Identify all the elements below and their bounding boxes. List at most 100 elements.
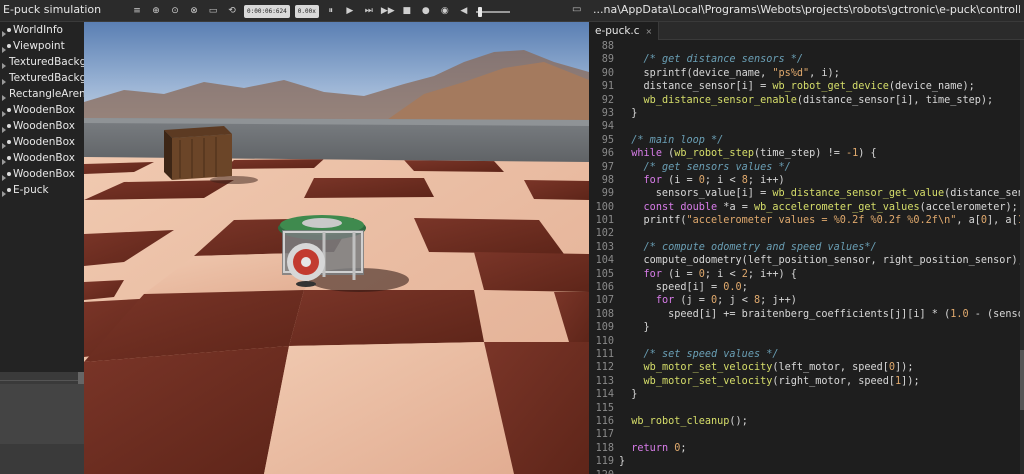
code-line[interactable]: /* compute odometry and speed values*/: [619, 241, 1024, 254]
code-token: /* compute odometry and speed values*/: [643, 241, 877, 253]
app-title: E-puck simulation: [3, 3, 102, 16]
scene-tree-item[interactable]: Viewpoint: [0, 38, 84, 54]
scene-tree-item[interactable]: WorldInfo: [0, 22, 84, 38]
code-line[interactable]: [619, 428, 1024, 441]
tab-label: e-puck.c: [595, 25, 640, 37]
code-line[interactable]: wb_motor_set_velocity(right_motor, speed…: [619, 375, 1024, 388]
code-line[interactable]: for (j = 0; j < 8; j++): [619, 294, 1024, 307]
line-number: 95: [601, 134, 614, 146]
code-line[interactable]: }: [619, 388, 1024, 401]
record-movie-icon[interactable]: ●: [419, 4, 433, 18]
expand-arrow-icon[interactable]: [1, 91, 7, 101]
code-token: distance_sensor[i] =: [619, 81, 773, 93]
code-line[interactable]: return 0;: [619, 442, 1024, 455]
code-line[interactable]: wb_robot_cleanup();: [619, 415, 1024, 428]
add-node-icon[interactable]: ⊕: [149, 4, 163, 18]
code-line[interactable]: [619, 402, 1024, 415]
code-line[interactable]: [619, 469, 1024, 474]
code-line[interactable]: }: [619, 455, 1024, 468]
editor-scrollbar[interactable]: [1020, 40, 1024, 474]
expand-arrow-icon[interactable]: [1, 59, 7, 69]
code-line[interactable]: /* get sensors values */: [619, 161, 1024, 174]
speed-slider[interactable]: [475, 4, 510, 18]
code-token: ], a[: [987, 215, 1018, 227]
step-icon[interactable]: ⏸: [324, 4, 338, 18]
simulation-speed: 0.00x: [294, 4, 319, 18]
code-line[interactable]: speed[i] += braitenberg_coefficients[j][…: [619, 308, 1024, 321]
reload-world-icon[interactable]: ▭: [206, 4, 220, 18]
scrollbar-thumb[interactable]: [1020, 350, 1024, 410]
line-number: 89: [601, 54, 614, 66]
scene-tree-item-label: TexturedBackground: [9, 56, 84, 68]
save-world-icon[interactable]: ⊗: [187, 4, 201, 18]
line-number: 111: [595, 348, 614, 360]
code-line[interactable]: while (wb_robot_step(time_step) != -1) {: [619, 147, 1024, 160]
screenshot-icon[interactable]: ◉: [438, 4, 452, 18]
volume-icon[interactable]: ◀: [457, 4, 471, 18]
scene-tree-item[interactable]: WoodenBox: [0, 118, 84, 134]
code-line[interactable]: wb_motor_set_velocity(left_motor, speed[…: [619, 361, 1024, 374]
node-icon: [7, 28, 11, 32]
code-line[interactable]: printf("accelerometer values = %0.2f %0.…: [619, 214, 1024, 227]
code-line[interactable]: for (i = 0; i < 8; i++): [619, 174, 1024, 187]
code-line[interactable]: sensors_value[i] = wb_distance_sensor_ge…: [619, 187, 1024, 200]
line-number: 119: [595, 456, 614, 468]
open-world-icon[interactable]: ⊙: [168, 4, 182, 18]
scene-tree-item[interactable]: WoodenBox: [0, 102, 84, 118]
pause-icon[interactable]: ▶▶: [381, 4, 395, 18]
line-number: 94: [601, 121, 614, 133]
scene-tree-item[interactable]: RectangleArena: [0, 86, 84, 102]
code-token: ();: [729, 415, 748, 427]
expand-arrow-icon[interactable]: [1, 75, 7, 85]
menu-icon[interactable]: ≡: [130, 4, 144, 18]
code-line[interactable]: [619, 227, 1024, 240]
code-line[interactable]: /* main loop */: [619, 134, 1024, 147]
code-line[interactable]: compute_odometry(left_position_sensor, r…: [619, 254, 1024, 267]
code-line[interactable]: distance_sensor[i] = wb_robot_get_device…: [619, 80, 1024, 93]
code-token: -1: [845, 148, 859, 160]
code-area[interactable]: /* get distance sensors */ sprintf(devic…: [619, 40, 1024, 474]
reset-simulation-icon[interactable]: ⟲: [225, 4, 239, 18]
line-number: 104: [595, 255, 614, 267]
stop-icon[interactable]: ■: [400, 4, 414, 18]
scene-tree-item-label: WoodenBox: [13, 104, 75, 116]
real-time-icon[interactable]: ▶: [343, 4, 357, 18]
scene-tree-item[interactable]: TexturedBackground: [0, 54, 84, 70]
code-line[interactable]: [619, 335, 1024, 348]
slider-handle[interactable]: [477, 7, 482, 17]
scene-tree-item[interactable]: WoodenBox: [0, 134, 84, 150]
scene-tree-item[interactable]: WoodenBox: [0, 150, 84, 166]
code-line[interactable]: [619, 40, 1024, 53]
code-token: ; j <: [717, 295, 754, 307]
code-token: ]);: [895, 362, 914, 374]
scene-tree-item-label: WoodenBox: [13, 168, 75, 180]
code-line[interactable]: speed[i] = 0.0;: [619, 281, 1024, 294]
fast-icon[interactable]: ⏭: [362, 4, 376, 18]
window-menu-icon[interactable]: ▭: [572, 4, 581, 15]
code-editor[interactable]: 88 89 90 91 92 93 94 95 96 97 98 99 100 101 102 103 104 1…: [589, 40, 1024, 474]
code-line[interactable]: [619, 120, 1024, 133]
code-line[interactable]: const double *a = wb_accelerometer_get_v…: [619, 201, 1024, 214]
close-icon[interactable]: ×: [646, 27, 653, 36]
node-icon: [7, 156, 11, 160]
code-line[interactable]: }: [619, 321, 1024, 334]
code-token: ; i++) {: [747, 268, 797, 280]
panel-divider: [0, 380, 84, 381]
line-number: 92: [601, 94, 614, 106]
line-number: 114: [595, 389, 614, 401]
code-token: sensors_value[i] =: [619, 188, 773, 200]
code-line[interactable]: /* set speed values */: [619, 348, 1024, 361]
code-line[interactable]: /* get distance sensors */: [619, 53, 1024, 66]
line-number: 106: [595, 282, 614, 294]
code-line[interactable]: }: [619, 107, 1024, 120]
code-line[interactable]: sprintf(device_name, "ps%d", i);: [619, 67, 1024, 80]
tab-e-puck-c[interactable]: e-puck.c ×: [589, 22, 660, 40]
3d-viewport[interactable]: [84, 22, 589, 474]
scene-tree-item[interactable]: TexturedBackgroundLight: [0, 70, 84, 86]
code-line[interactable]: wb_distance_sensor_enable(distance_senso…: [619, 94, 1024, 107]
scene-tree-item[interactable]: E-puck: [0, 182, 84, 198]
code-line[interactable]: for (i = 0; i < 2; i++) {: [619, 268, 1024, 281]
scene-tree-item[interactable]: WoodenBox: [0, 166, 84, 182]
title-toolbar-bar: E-puck simulation ≡ ⊕ ⊙ ⊗ ▭ ⟲ 0:00:06:62…: [0, 0, 1024, 22]
line-number: 116: [595, 415, 614, 427]
